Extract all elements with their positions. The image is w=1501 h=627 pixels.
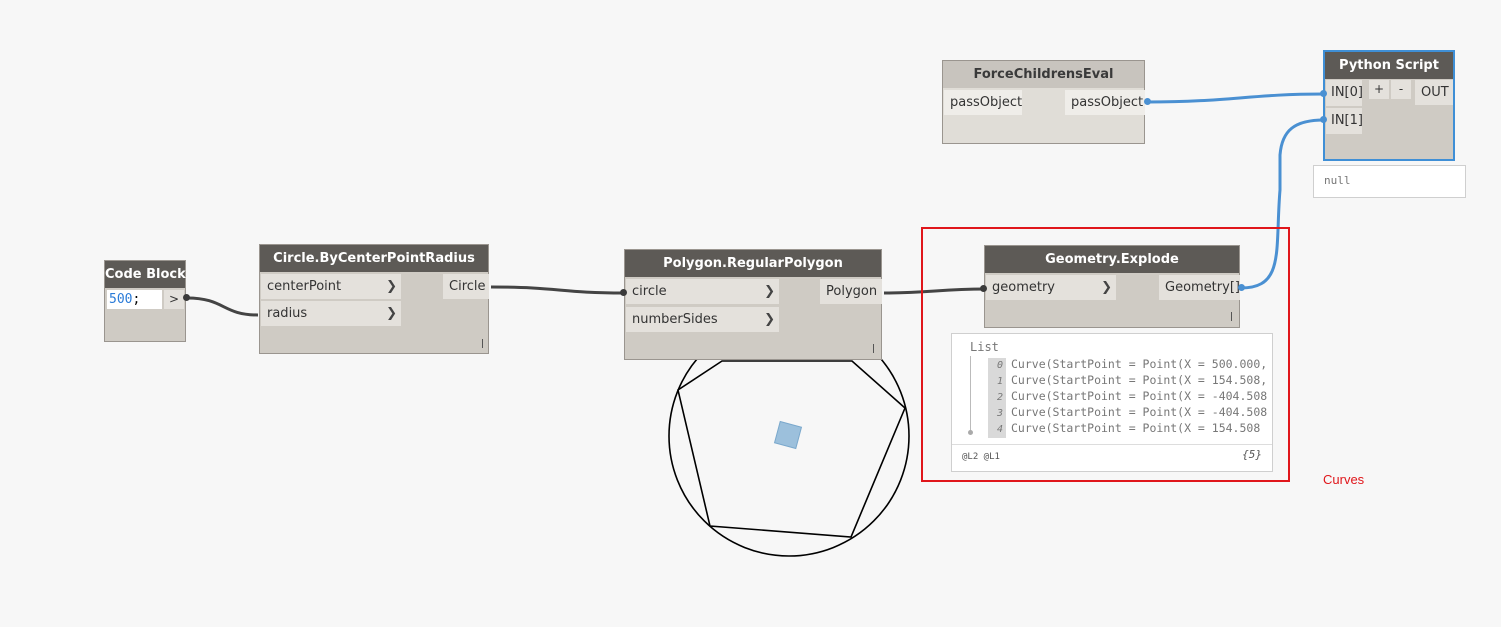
output-port-circle[interactable]: Circle (443, 274, 489, 299)
add-input-button[interactable]: + (1369, 80, 1389, 99)
port-label: radius (267, 306, 308, 321)
input-port-circle[interactable]: circle ❯ (626, 279, 779, 304)
port-label: circle (632, 284, 667, 299)
input-port-in1[interactable]: IN[1] (1326, 108, 1363, 134)
node-title: Polygon.RegularPolygon (625, 250, 881, 277)
python-script-node[interactable]: Python Script IN[0] IN[1] + - OUT (1323, 50, 1455, 161)
wire-code-to-circle (186, 296, 259, 317)
chevron-right-icon: ❯ (764, 284, 775, 299)
node-title: Code Block (105, 261, 186, 288)
input-port-centerpoint[interactable]: centerPoint ❯ (261, 274, 401, 299)
port-label: centerPoint (267, 279, 342, 294)
output-port-passobject[interactable]: passObject (1065, 90, 1145, 115)
input-port-radius[interactable]: radius ❯ (261, 301, 401, 326)
polygon-regular-polygon-node[interactable]: Polygon.RegularPolygon circle ❯ numberSid… (624, 249, 882, 360)
lacing-indicator[interactable] (482, 339, 483, 348)
code-block-node[interactable]: Code Block 500; > (104, 260, 186, 342)
remove-input-button[interactable]: - (1391, 80, 1411, 99)
origin-marker (773, 420, 803, 450)
port-label: IN[0] (1331, 85, 1363, 100)
annotation-label: Curves (1323, 472, 1365, 487)
node-title: Python Script (1325, 52, 1453, 79)
chevron-right-icon: ❯ (386, 279, 397, 294)
output-port-polygon[interactable]: Polygon (820, 279, 882, 304)
highlight-box (921, 227, 1290, 482)
port-label: OUT (1421, 85, 1449, 100)
code-number: 500 (109, 292, 133, 307)
polygon-geometry (677, 360, 906, 538)
port-connector[interactable] (620, 289, 627, 296)
port-label: Polygon (826, 284, 878, 299)
port-label: passObject (1071, 95, 1144, 110)
force-childrens-eval-node[interactable]: ForceChildrensEval passObject passObject (942, 60, 1145, 144)
input-port-numbersides[interactable]: numberSides ❯ (626, 307, 779, 332)
lacing-indicator[interactable] (873, 344, 874, 353)
port-label: Circle (449, 279, 486, 294)
wire-circle-to-polygon (490, 285, 625, 295)
node-title: ForceChildrensEval (943, 61, 1144, 88)
code-input[interactable]: 500; (107, 290, 162, 309)
port-connector[interactable] (1320, 90, 1327, 97)
chevron-right-icon: ❯ (386, 306, 397, 321)
output-port-out[interactable]: OUT (1415, 80, 1453, 105)
port-connector[interactable] (183, 294, 190, 301)
python-preview-bubble[interactable]: null (1313, 165, 1466, 198)
node-title: Circle.ByCenterPointRadius (260, 245, 488, 272)
output-port[interactable]: > (164, 290, 184, 309)
chevron-right-icon: ❯ (764, 312, 775, 327)
input-port-in0[interactable]: IN[0] (1326, 80, 1363, 106)
preview-value: null (1324, 174, 1351, 187)
circle-by-center-point-radius-node[interactable]: Circle.ByCenterPointRadius centerPoint ❯ … (259, 244, 489, 354)
port-label: numberSides (632, 312, 718, 327)
input-port-passobject[interactable]: passObject (944, 90, 1022, 115)
port-label: IN[1] (1331, 113, 1363, 128)
port-connector[interactable] (1144, 98, 1151, 105)
code-suffix: ; (132, 292, 141, 307)
port-connector[interactable] (1320, 116, 1327, 123)
wire-force-to-python (1146, 92, 1325, 104)
port-label: passObject (950, 95, 1023, 110)
